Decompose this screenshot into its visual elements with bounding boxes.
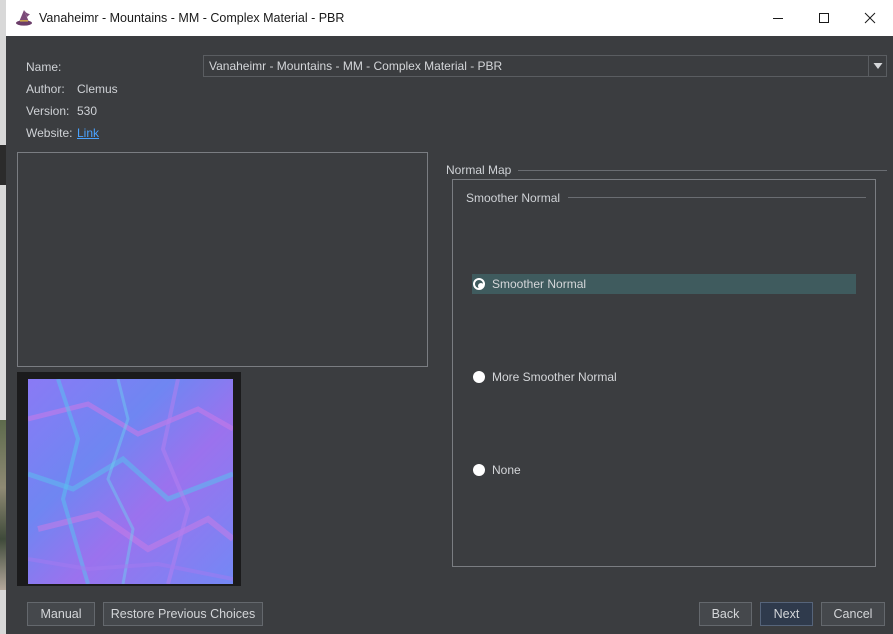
- back-button[interactable]: Back: [699, 602, 752, 626]
- website-label: Website:: [26, 126, 73, 140]
- radio-icon[interactable]: [473, 371, 485, 383]
- option-more-smoother-normal[interactable]: More Smoother Normal: [472, 367, 617, 387]
- close-button[interactable]: [847, 0, 893, 36]
- option-smoother-normal[interactable]: Smoother Normal: [472, 274, 856, 294]
- title-bar: Vanaheimr - Mountains - MM - Complex Mat…: [6, 0, 893, 36]
- author-label: Author:: [26, 82, 65, 96]
- window-controls: [755, 0, 893, 36]
- description-panel: [17, 152, 428, 367]
- close-icon: [864, 12, 876, 24]
- installer-window: Vanaheimr - Mountains - MM - Complex Mat…: [6, 0, 893, 634]
- normal-map-group-title: Normal Map: [446, 163, 512, 177]
- restore-previous-choices-button[interactable]: Restore Previous Choices: [103, 602, 263, 626]
- maximize-button[interactable]: [801, 0, 847, 36]
- version-value: 530: [77, 104, 98, 118]
- group-divider: [518, 170, 887, 171]
- option-label: None: [492, 463, 521, 477]
- option-label: More Smoother Normal: [492, 370, 617, 384]
- version-row: Version: 530: [26, 100, 118, 122]
- website-row: Website: Link: [26, 122, 118, 144]
- chevron-down-icon: [873, 63, 882, 69]
- next-button[interactable]: Next: [760, 602, 813, 626]
- window-title: Vanaheimr - Mountains - MM - Complex Mat…: [39, 11, 345, 25]
- normal-map-texture: [28, 379, 233, 584]
- name-dropdown[interactable]: Vanaheimr - Mountains - MM - Complex Mat…: [203, 55, 887, 77]
- smoother-normal-group-title: Smoother Normal: [466, 191, 561, 205]
- website-link[interactable]: Link: [77, 126, 99, 140]
- author-row: Author: Clemus: [26, 78, 118, 100]
- minimize-icon: [773, 18, 783, 19]
- option-label: Smoother Normal: [492, 277, 587, 291]
- name-row: Name:: [26, 56, 118, 78]
- cancel-button[interactable]: Cancel: [821, 602, 885, 626]
- dropdown-arrow-button[interactable]: [868, 56, 886, 76]
- manual-button[interactable]: Manual: [27, 602, 95, 626]
- name-dropdown-value: Vanaheimr - Mountains - MM - Complex Mat…: [209, 59, 503, 73]
- subgroup-divider: [568, 197, 866, 198]
- mod-info: Name: Author: Clemus Version: 530 Websit…: [26, 56, 118, 144]
- author-value: Clemus: [77, 82, 118, 96]
- version-label: Version:: [26, 104, 70, 118]
- minimize-button[interactable]: [755, 0, 801, 36]
- option-none[interactable]: None: [472, 460, 521, 480]
- name-label: Name:: [26, 60, 62, 74]
- radio-selected-icon[interactable]: [473, 278, 485, 290]
- preview-image: [17, 372, 241, 586]
- wizard-hat-icon: [16, 10, 32, 26]
- maximize-icon: [819, 13, 829, 23]
- radio-icon[interactable]: [473, 464, 485, 476]
